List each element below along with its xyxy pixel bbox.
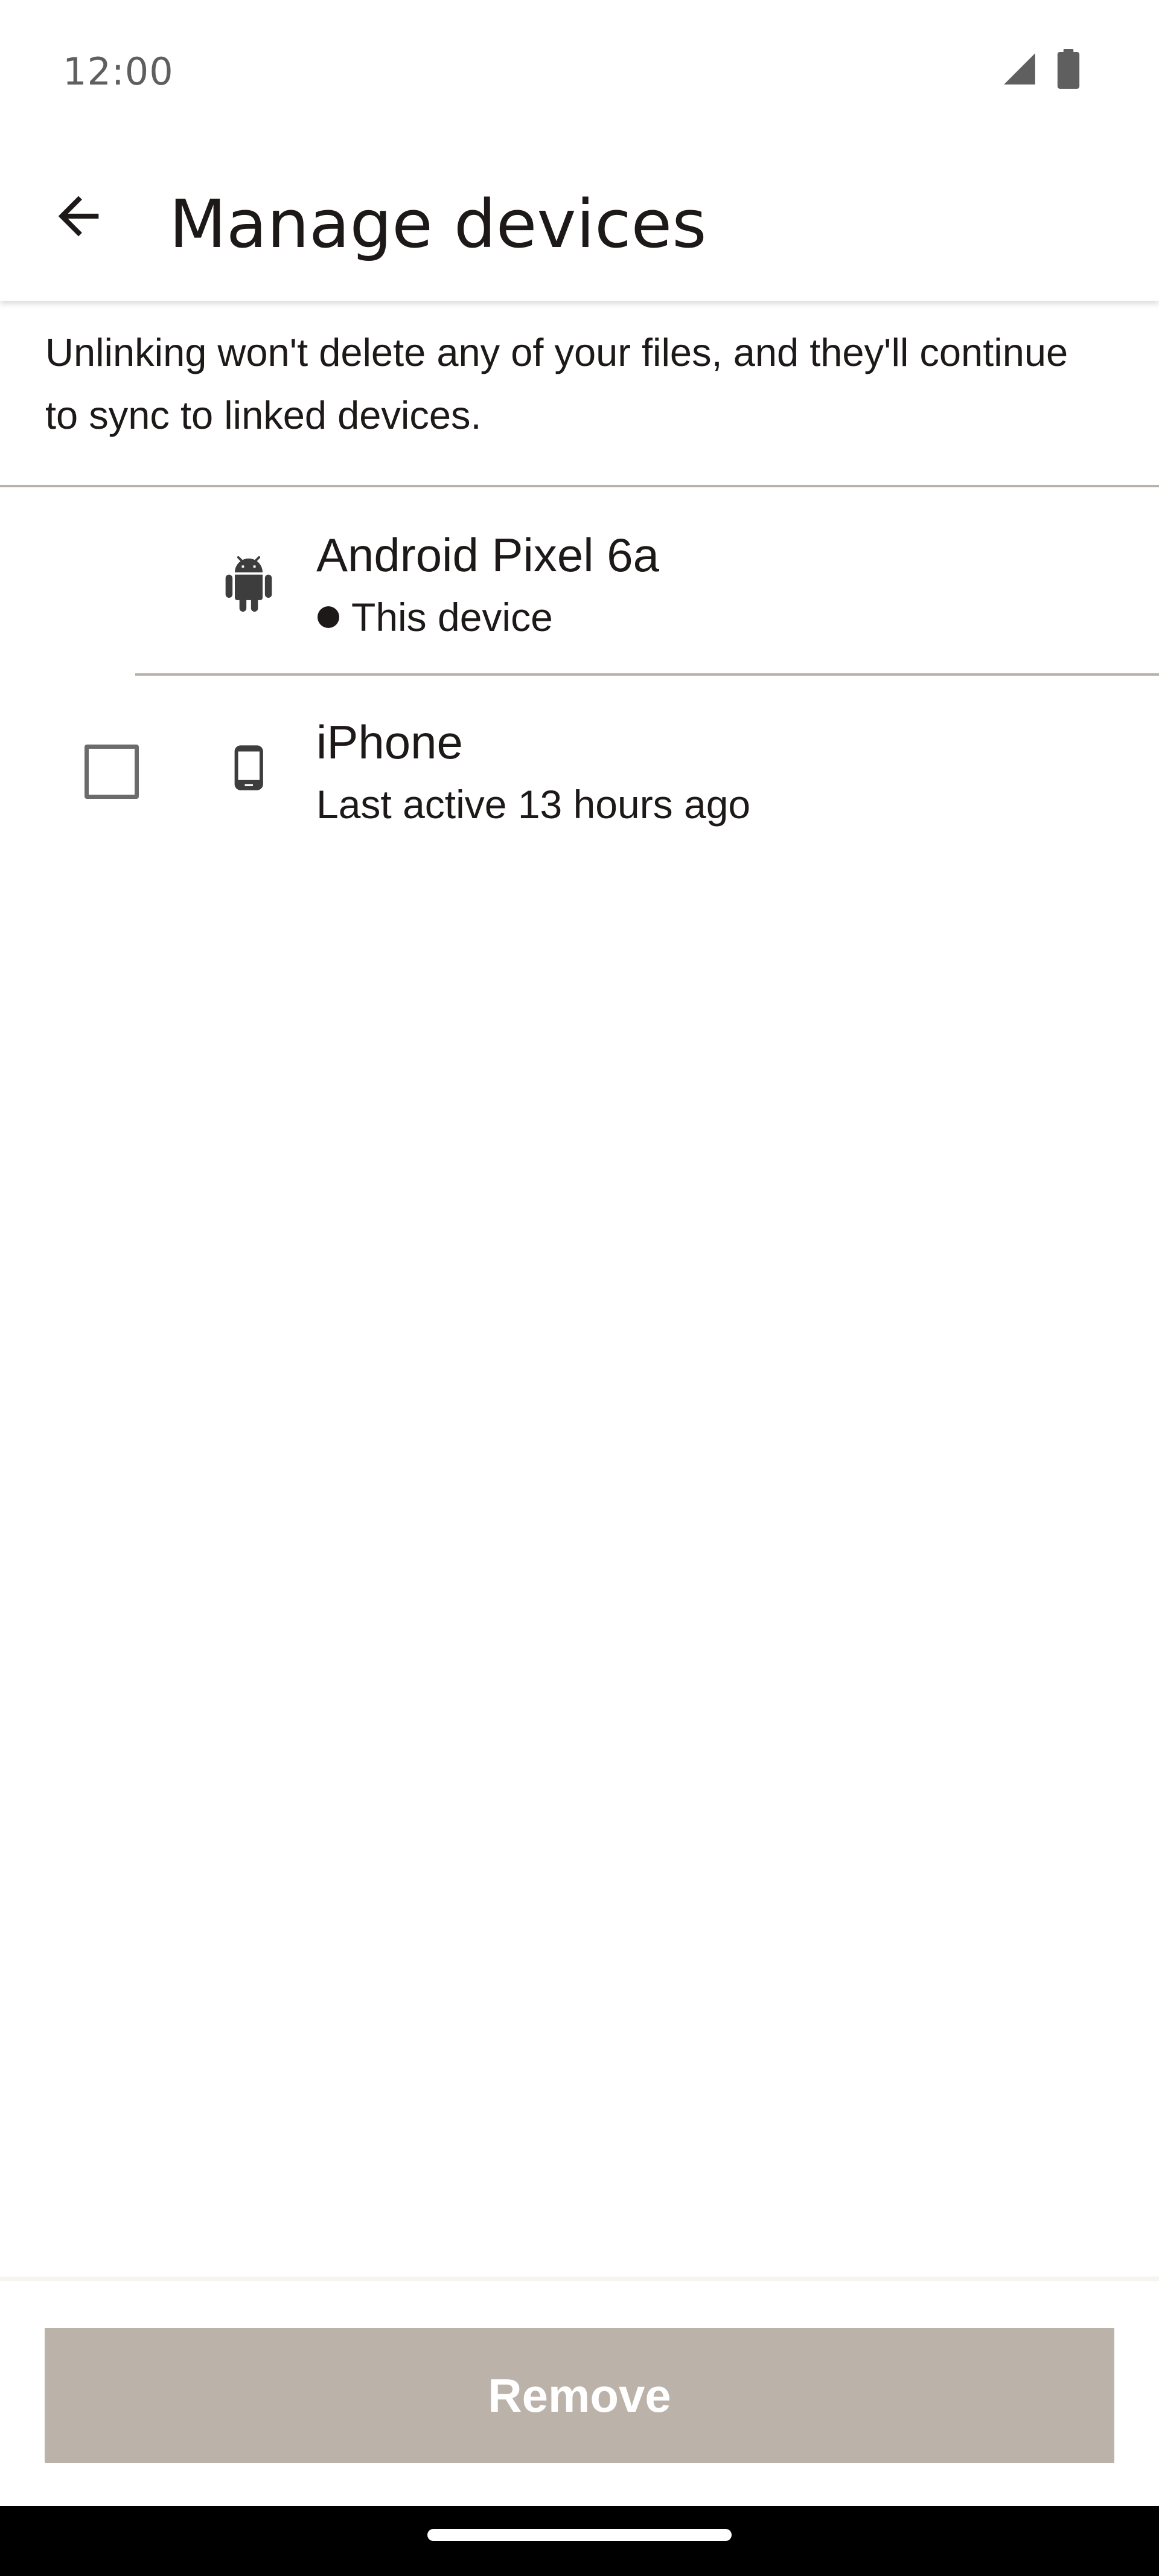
device-row-iphone[interactable]: iPhone Last active 13 hours ago	[0, 674, 1159, 863]
device-name: iPhone	[316, 716, 463, 769]
status-icons	[1001, 48, 1081, 92]
smartphone-icon	[220, 742, 278, 800]
remove-button[interactable]: Remove	[45, 2328, 1114, 2463]
android-icon	[220, 555, 278, 613]
device-row-android: Android Pixel 6a This device	[0, 487, 1159, 676]
page-title: Manage devices	[169, 185, 707, 263]
device-last-active: Last active 13 hours ago	[316, 782, 751, 827]
bottom-divider	[0, 2276, 1159, 2281]
arrow-left-icon	[48, 186, 109, 249]
device-status-label: This device	[351, 595, 553, 639]
current-device-dot-icon	[318, 606, 339, 628]
back-button[interactable]	[42, 181, 115, 254]
navigation-bar	[0, 2506, 1159, 2576]
battery-icon	[1056, 48, 1081, 92]
status-time: 12:00	[63, 50, 174, 94]
home-indicator[interactable]	[427, 2529, 732, 2541]
device-status: This device	[316, 590, 553, 644]
status-bar: 12:00	[0, 0, 1159, 139]
device-name: Android Pixel 6a	[316, 528, 660, 582]
info-text: Unlinking won't delete any of your files…	[45, 330, 1068, 437]
device-checkbox[interactable]	[85, 745, 139, 799]
signal-icon	[1001, 50, 1038, 91]
